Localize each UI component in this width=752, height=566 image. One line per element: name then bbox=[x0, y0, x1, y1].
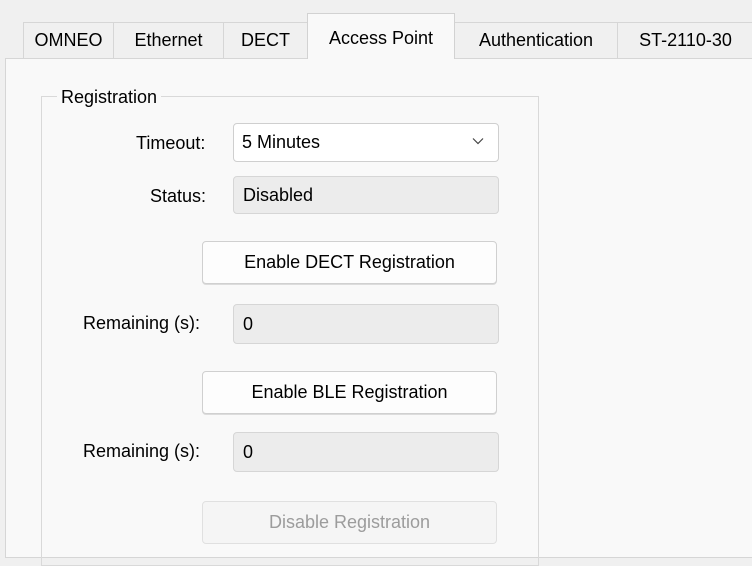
enable-ble-registration-button[interactable]: Enable BLE Registration bbox=[202, 371, 497, 414]
status-field: Disabled bbox=[233, 176, 499, 214]
status-label: Status: bbox=[150, 186, 207, 206]
tab-label: Authentication bbox=[478, 30, 594, 50]
tab-label: ST-2110-30 bbox=[639, 30, 732, 50]
ble-remaining-label: Remaining (s): bbox=[83, 441, 201, 461]
tab-label: Ethernet bbox=[134, 30, 203, 50]
dect-remaining-label: Remaining (s): bbox=[83, 313, 201, 333]
tab-access-point[interactable]: Access Point bbox=[307, 13, 455, 59]
tab-label: Access Point bbox=[328, 28, 434, 48]
status-value: Disabled bbox=[243, 184, 314, 205]
timeout-dropdown[interactable]: 5 Minutes bbox=[233, 123, 499, 162]
tab-label: OMNEO bbox=[34, 30, 103, 50]
tab-authentication[interactable]: Authentication bbox=[454, 22, 618, 58]
dect-remaining-field: 0 bbox=[233, 304, 499, 344]
registration-group-title: Registration bbox=[57, 87, 162, 108]
disable-registration-button[interactable]: Disable Registration bbox=[202, 501, 497, 544]
ble-remaining-value: 0 bbox=[243, 441, 254, 462]
tab-dect[interactable]: DECT bbox=[223, 22, 308, 58]
timeout-value: 5 Minutes bbox=[242, 132, 321, 152]
timeout-label: Timeout: bbox=[136, 133, 206, 153]
ble-remaining-field: 0 bbox=[233, 432, 499, 472]
enable-dect-registration-button[interactable]: Enable DECT Registration bbox=[202, 241, 497, 284]
tab-strip: OMNEO Ethernet DECT Access Point Authent… bbox=[0, 0, 752, 60]
tab-st-2110-30[interactable]: ST-2110-30 bbox=[617, 22, 752, 58]
tab-omneo[interactable]: OMNEO bbox=[23, 22, 114, 58]
tab-ethernet[interactable]: Ethernet bbox=[113, 22, 224, 58]
dect-remaining-value: 0 bbox=[243, 313, 254, 334]
tab-label: DECT bbox=[241, 30, 290, 50]
chevron-down-icon bbox=[472, 138, 484, 145]
